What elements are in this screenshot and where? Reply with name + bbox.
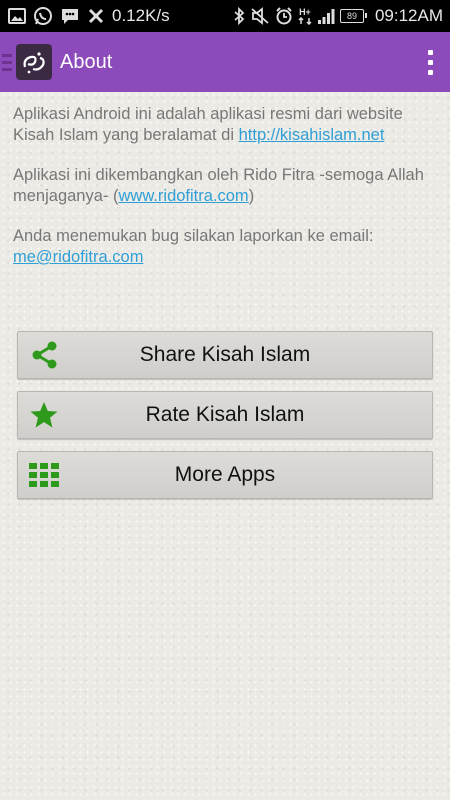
more-apps-button[interactable]: More Apps (17, 451, 433, 499)
hplus-signal-icon: H+ (298, 7, 312, 25)
about-paragraph-developer: Aplikasi ini dikembangkan oleh Rido Fitr… (13, 166, 424, 205)
tools-icon (87, 7, 105, 25)
website-link[interactable]: http://kisahislam.net (239, 126, 385, 144)
page-title: About (60, 50, 113, 73)
bluetooth-icon (233, 7, 245, 25)
battery-icon: 89 (339, 9, 367, 23)
whatsapp-icon (33, 6, 53, 26)
about-paragraph-bug: Anda menemukan bug silakan laporkan ke e… (13, 227, 374, 266)
app-logo[interactable] (16, 44, 52, 80)
about-content: Aplikasi Android ini adalah aplikasi res… (13, 104, 438, 287)
action-bar: About (0, 32, 450, 92)
share-button[interactable]: Share Kisah Islam (17, 331, 433, 379)
star-icon (27, 392, 61, 438)
alarm-icon (275, 7, 293, 25)
share-icon (27, 332, 61, 378)
email-link[interactable]: me@ridofitra.com (13, 248, 143, 266)
grid-icon (27, 452, 61, 498)
image-icon (8, 8, 26, 24)
rate-button-label: Rate Kisah Islam (145, 403, 305, 426)
status-bar: 0.12K/s H+ 89 09:12AM (0, 0, 450, 32)
overflow-menu-icon[interactable] (410, 32, 450, 92)
network-speed: 0.12K/s (112, 6, 170, 25)
signal-icon (317, 8, 335, 24)
drawer-indicator-icon[interactable] (2, 53, 12, 71)
more-apps-button-label: More Apps (174, 463, 276, 486)
clock: 09:12AM (374, 6, 443, 25)
rate-button[interactable]: Rate Kisah Islam (17, 391, 433, 439)
developer-link[interactable]: www.ridofitra.com (118, 187, 248, 205)
about-paragraph-website: Aplikasi Android ini adalah aplikasi res… (13, 105, 403, 144)
bbm-icon (60, 7, 80, 25)
share-button-label: Share Kisah Islam (139, 343, 311, 366)
mute-icon (250, 7, 270, 25)
